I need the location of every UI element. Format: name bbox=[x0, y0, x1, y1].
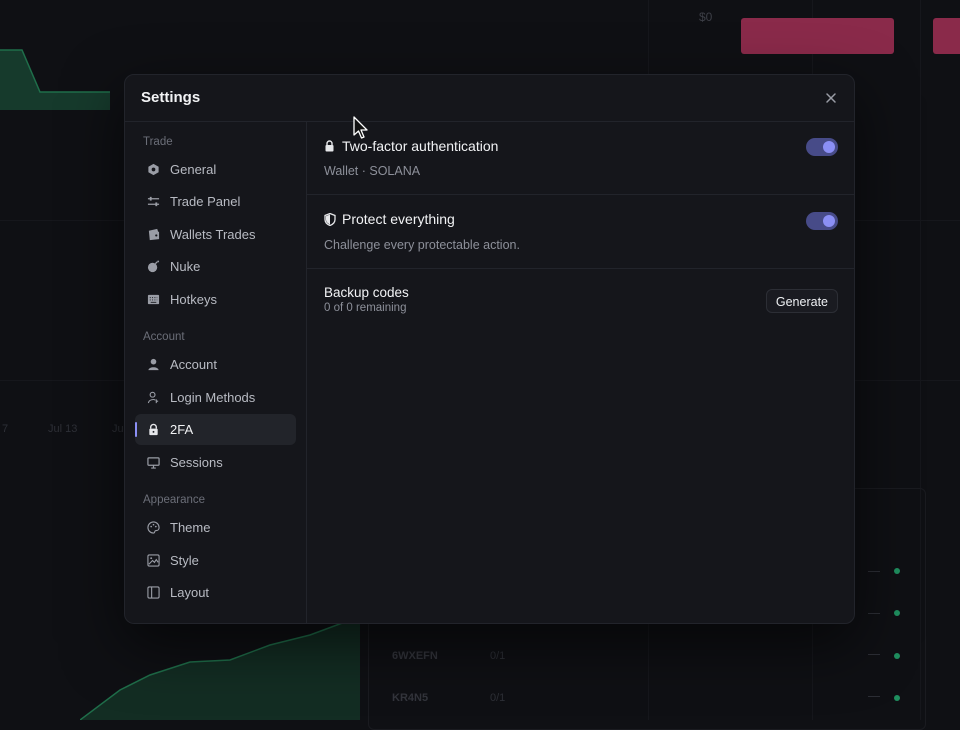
wallet-icon bbox=[146, 228, 160, 242]
bg-row-id: KR4N5 bbox=[392, 692, 429, 704]
settings-content: Two-factor authentication Wallet · SOLAN… bbox=[307, 122, 854, 623]
bg-row-id: 6WXEFN bbox=[392, 650, 438, 662]
toggle-knob bbox=[823, 141, 835, 153]
sidebar-item-label: Login Methods bbox=[170, 390, 256, 405]
sidebar-item-wallets-trades[interactable]: Wallets Trades bbox=[135, 219, 296, 250]
bg-area-chart bbox=[0, 49, 110, 110]
sidebar-item-label: Nuke bbox=[170, 259, 201, 274]
bg-price-label: $0 bbox=[699, 10, 713, 24]
sidebar-item-label: Account bbox=[170, 357, 217, 372]
bg-sell-bar bbox=[933, 18, 960, 54]
sidebar-item-label: Wallets Trades bbox=[170, 227, 256, 242]
user-icon bbox=[146, 358, 160, 372]
layout-icon bbox=[146, 586, 160, 600]
sidebar-item-2fa[interactable]: 2FA bbox=[135, 414, 296, 445]
protect-everything-toggle[interactable] bbox=[806, 212, 838, 230]
close-button[interactable] bbox=[822, 89, 840, 107]
protect-everything-title: Protect everything bbox=[342, 211, 455, 227]
lock-icon bbox=[324, 140, 336, 152]
user-key-icon bbox=[146, 391, 160, 405]
sidebar-item-sessions[interactable]: Sessions bbox=[135, 447, 296, 478]
palette-icon bbox=[146, 521, 160, 535]
section-label-appearance: Appearance bbox=[143, 494, 206, 506]
settings-sidebar: Trade General Trade Panel Wallets Trades… bbox=[125, 122, 307, 623]
settings-modal: Settings Trade General Trade Panel Walle… bbox=[124, 74, 855, 624]
sidebar-item-label: Trade Panel bbox=[170, 194, 241, 209]
bomb-icon bbox=[146, 260, 160, 274]
monitor-icon bbox=[146, 456, 160, 470]
section-label-account: Account bbox=[143, 331, 185, 343]
sidebar-item-label: Theme bbox=[170, 520, 211, 535]
sidebar-item-account[interactable]: Account bbox=[135, 349, 296, 380]
hexagon-icon bbox=[146, 163, 160, 177]
modal-header: Settings bbox=[125, 75, 854, 122]
two-factor-title: Two-factor authentication bbox=[342, 138, 499, 154]
bg-row: KR4N5 0/1 bbox=[392, 692, 912, 712]
section-label-trade: Trade bbox=[143, 136, 173, 148]
sidebar-item-label: Style bbox=[170, 553, 199, 568]
sidebar-item-label: Sessions bbox=[170, 455, 223, 470]
sidebar-item-style[interactable]: Style bbox=[135, 545, 296, 576]
sidebar-item-login-methods[interactable]: Login Methods bbox=[135, 382, 296, 413]
sidebar-item-nuke[interactable]: Nuke bbox=[135, 251, 296, 282]
keyboard-icon bbox=[146, 293, 160, 307]
sliders-icon bbox=[146, 195, 160, 209]
generate-backup-codes-button[interactable]: Generate bbox=[765, 289, 838, 313]
bg-date-label: Ju bbox=[112, 423, 124, 435]
protect-everything-description: Challenge every protectable action. bbox=[324, 238, 520, 252]
bg-date-label: Jul 13 bbox=[48, 423, 78, 435]
bg-sell-bar bbox=[741, 18, 894, 54]
bg-area-chart-bottom bbox=[80, 621, 360, 720]
sidebar-item-general[interactable]: General bbox=[135, 154, 296, 185]
bg-row: 6WXEFN 0/1 bbox=[392, 650, 912, 670]
setting-title: Protect everything bbox=[324, 211, 455, 227]
protect-everything-setting: Protect everything Challenge every prote… bbox=[307, 195, 854, 269]
sidebar-item-layout[interactable]: Layout bbox=[135, 577, 296, 608]
sidebar-item-theme[interactable]: Theme bbox=[135, 512, 296, 543]
lock-icon bbox=[146, 423, 160, 437]
sidebar-item-label: Hotkeys bbox=[170, 292, 217, 307]
sidebar-item-hotkeys[interactable]: Hotkeys bbox=[135, 284, 296, 315]
setting-title: Two-factor authentication bbox=[324, 138, 498, 154]
toggle-knob bbox=[823, 215, 835, 227]
modal-title: Settings bbox=[141, 89, 201, 106]
bg-date-label: 7 bbox=[2, 423, 9, 435]
mouse-cursor-icon bbox=[353, 116, 368, 139]
sidebar-item-label: 2FA bbox=[170, 422, 194, 437]
sidebar-item-label: General bbox=[170, 162, 217, 177]
shield-icon bbox=[324, 212, 336, 226]
sidebar-item-trade-panel[interactable]: Trade Panel bbox=[135, 186, 296, 217]
sidebar-item-label: Layout bbox=[170, 585, 210, 600]
bg-row-ratio: 0/1 bbox=[490, 692, 506, 704]
two-factor-toggle[interactable] bbox=[806, 138, 838, 156]
image-icon bbox=[146, 554, 160, 568]
backup-codes-title: Backup codes bbox=[324, 285, 409, 300]
two-factor-setting: Two-factor authentication Wallet · SOLAN… bbox=[307, 122, 854, 195]
close-icon bbox=[826, 93, 836, 103]
two-factor-description: Wallet · SOLANA bbox=[324, 164, 421, 178]
backup-codes-description: 0 of 0 remaining bbox=[324, 302, 407, 314]
bg-row-ratio: 0/1 bbox=[490, 650, 506, 662]
